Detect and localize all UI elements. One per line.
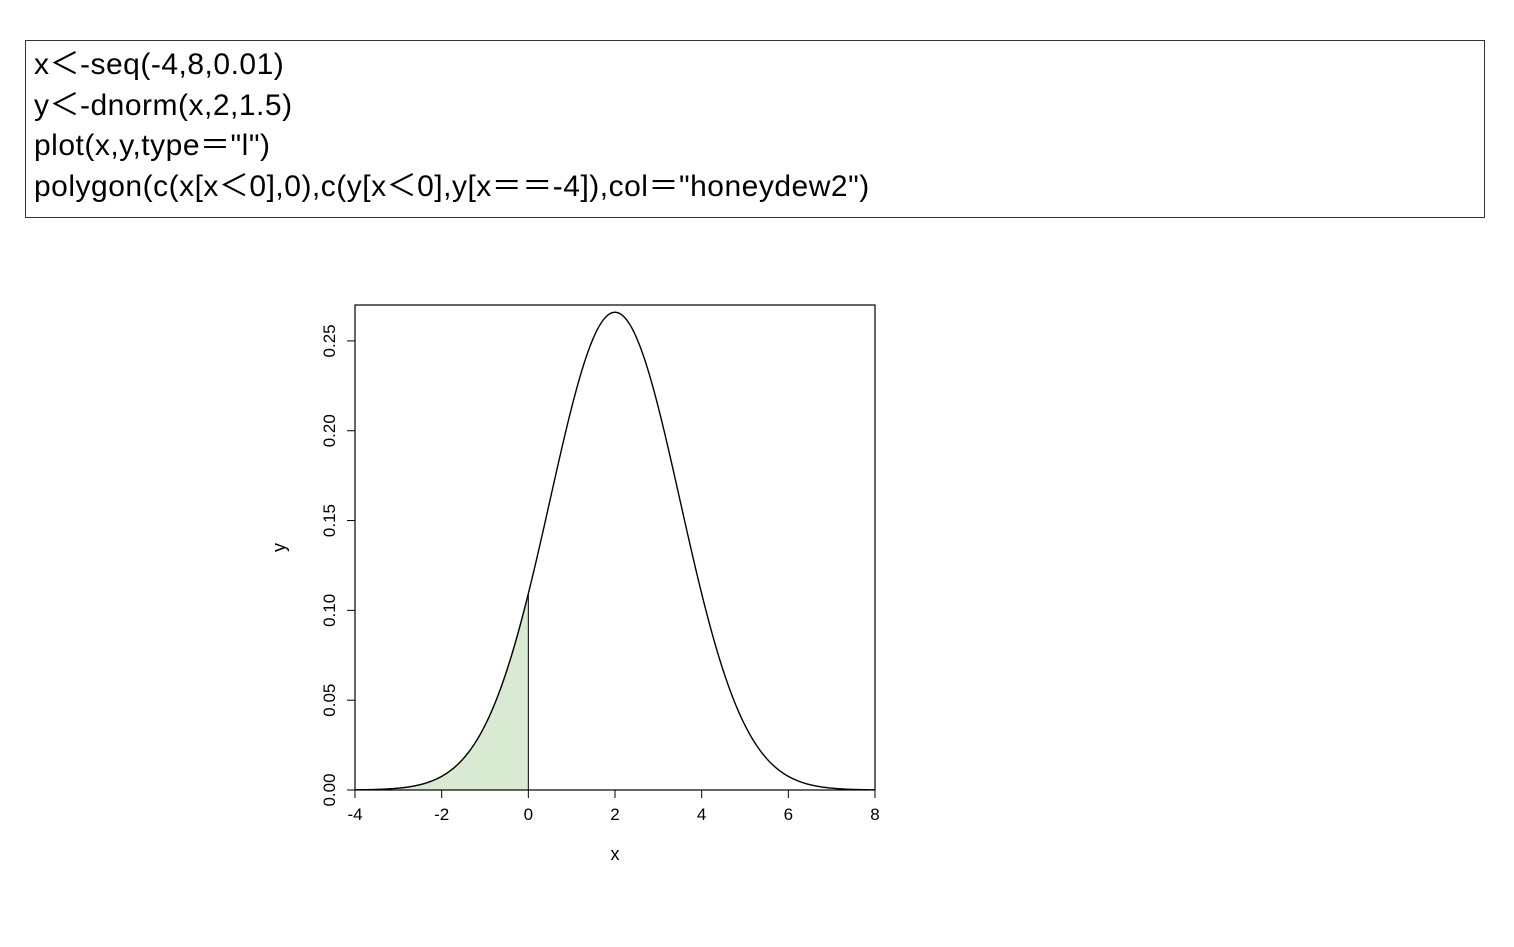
code-line-3: plot(x,y,type＝"l") (34, 126, 1476, 167)
x-tick-label: -4 (347, 805, 362, 824)
plot-svg: -4 -2 0 2 4 6 8 0.00 0.05 0.10 0.15 0.20 0.25 x y (260, 290, 960, 930)
code-line-4: polygon(c(x[x＜0],0),c(y[x＜0],y[x＝＝-4]),c… (34, 167, 1476, 208)
density-curve (355, 312, 875, 790)
y-tick-label: 0.15 (320, 504, 339, 537)
y-tick-label: 0.20 (320, 414, 339, 447)
density-plot: -4 -2 0 2 4 6 8 0.00 0.05 0.10 0.15 0.20 0.25 x y (260, 290, 960, 930)
code-block: x＜-seq(-4,8,0.01) y＜-dnorm(x,2,1.5) plot… (25, 40, 1485, 218)
x-tick-label: 8 (870, 805, 879, 824)
x-tick-label: 4 (697, 805, 706, 824)
code-line-1: x＜-seq(-4,8,0.01) (34, 45, 1476, 86)
y-tick-label: 0.10 (320, 594, 339, 627)
x-tick-label: 0 (524, 805, 533, 824)
y-tick-label: 0.05 (320, 684, 339, 717)
plot-box (355, 305, 875, 790)
shaded-region (355, 594, 528, 790)
code-line-2: y＜-dnorm(x,2,1.5) (34, 86, 1476, 127)
x-tick-label: 2 (610, 805, 619, 824)
y-tick-label: 0.00 (320, 773, 339, 806)
y-tick-label: 0.25 (320, 324, 339, 357)
y-axis-label: y (269, 543, 289, 552)
x-tick-label: -2 (434, 805, 449, 824)
x-tick-label: 6 (784, 805, 793, 824)
x-axis-label: x (611, 844, 620, 864)
